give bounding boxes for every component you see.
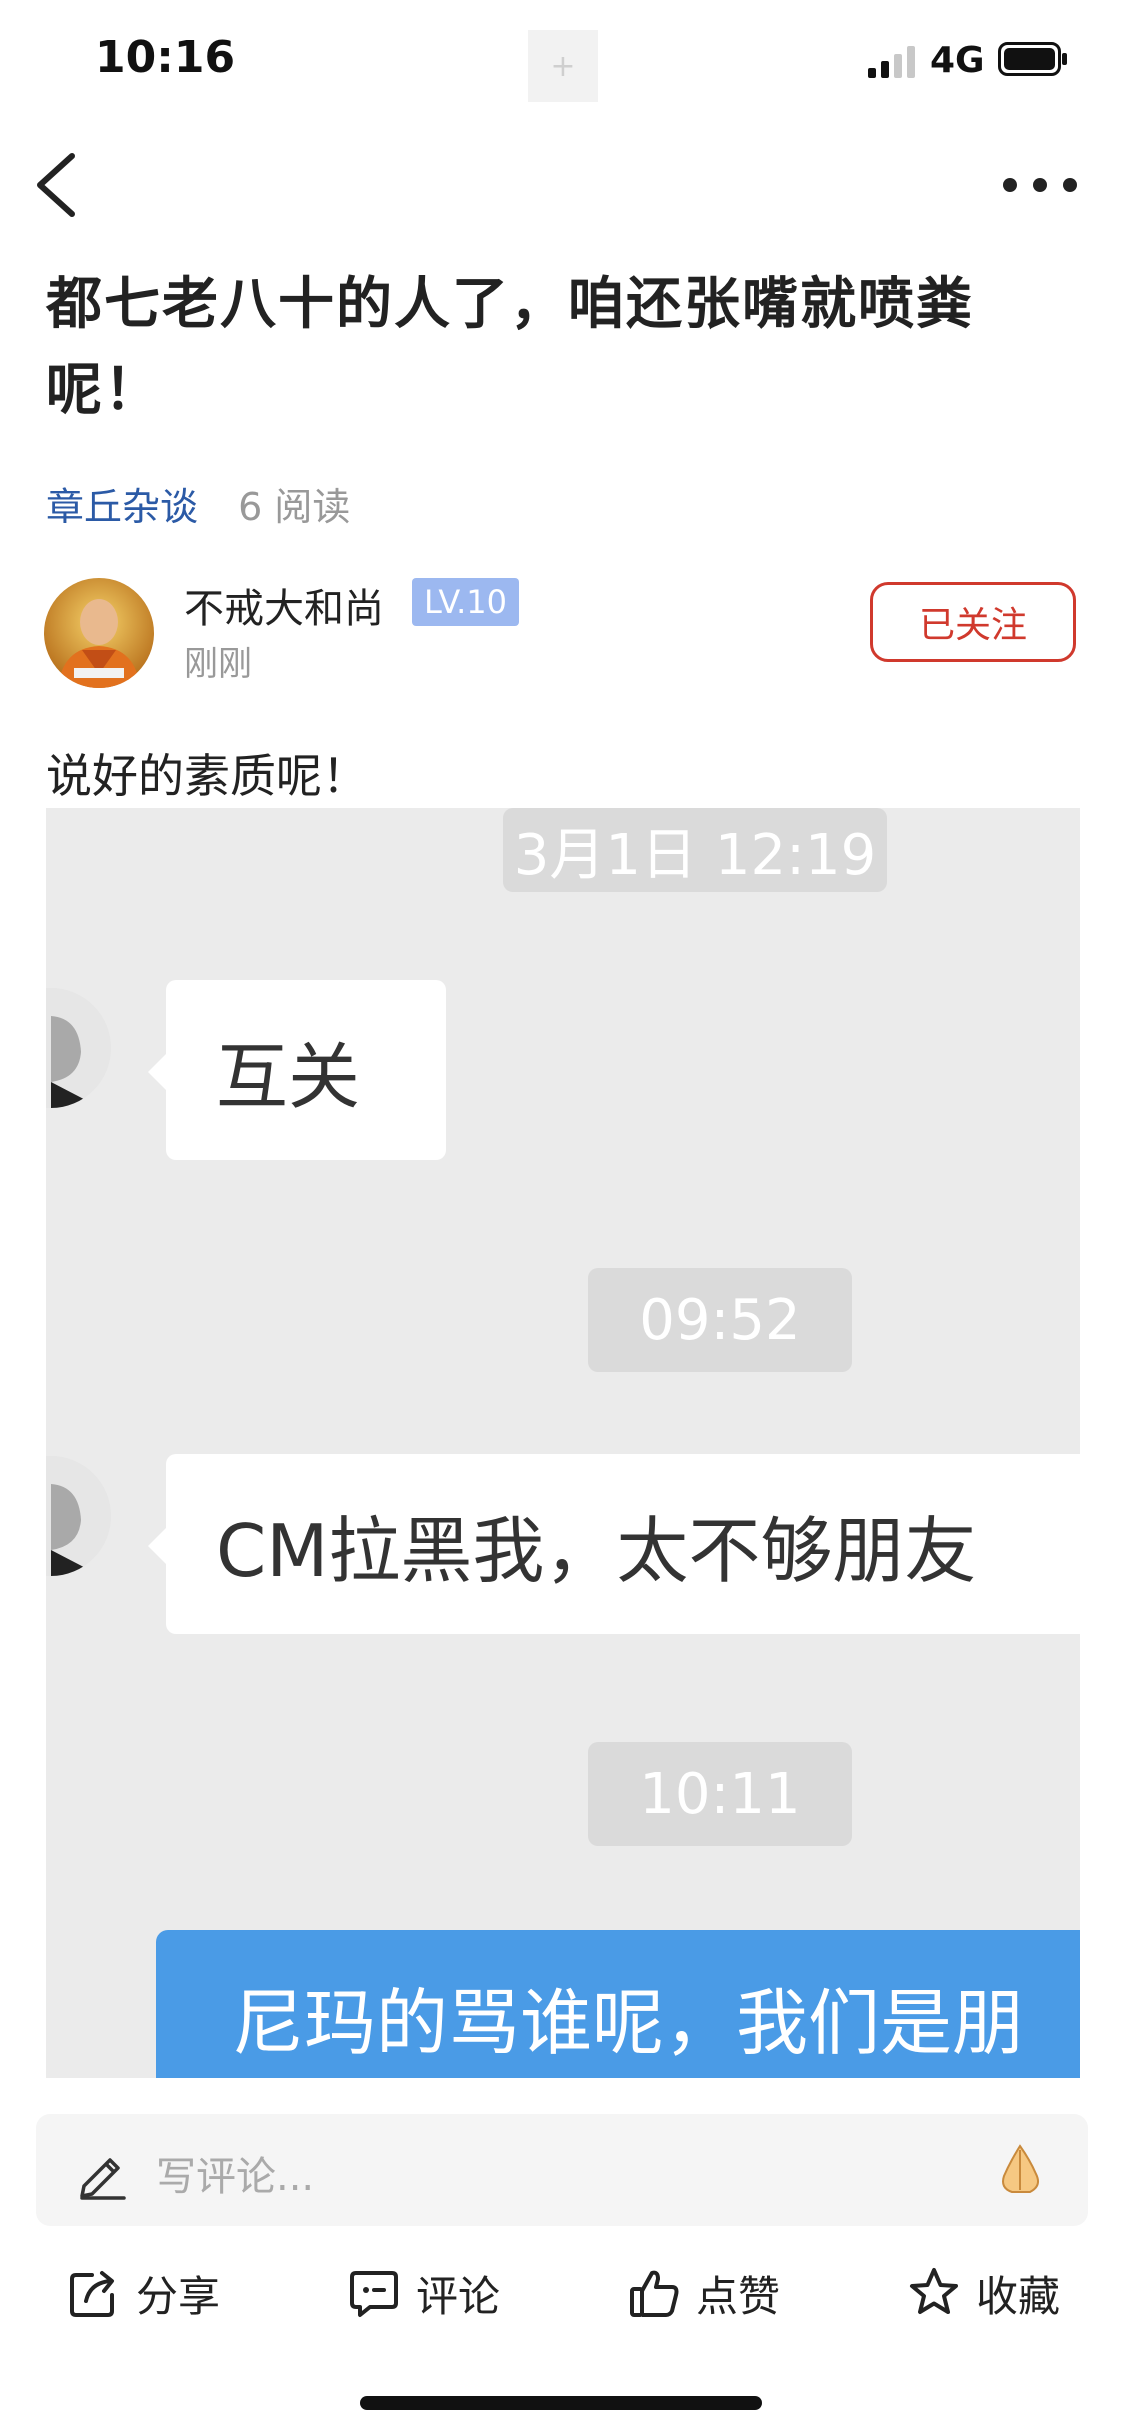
favorite-label: 收藏 [976,2271,1061,2321]
chat-timestamp: 09:52 [588,1268,852,1372]
comment-button[interactable]: 评论 [346,2258,500,2328]
more-options-icon[interactable] [1000,170,1080,200]
status-time: 10:16 [95,32,236,83]
comment-label: 评论 [416,2271,501,2321]
channel-link[interactable]: 章丘杂谈 [46,485,198,529]
signal-icon [868,46,915,78]
notch-indicator: + [528,30,598,102]
chat-timestamp: 10:11 [588,1742,852,1846]
chat-timestamp: 3月1日 12:19 [503,808,887,892]
share-icon [70,2271,114,2317]
level-badge: LV.10 [412,578,519,626]
follow-button[interactable]: 已关注 [870,582,1076,662]
chat-message: 互关 [148,980,446,1160]
star-icon [910,2268,958,2314]
pencil-icon [80,2158,126,2200]
article-title: 都七老八十的人了，咱还张嘴就喷粪呢！ [46,272,974,423]
thumbs-up-icon [630,2270,679,2317]
chat-message-text: 互关 [216,1034,361,1119]
comment-icon [350,2271,398,2317]
share-button[interactable]: 分享 [66,2258,220,2328]
article-body-text: 说好的素质呢！ [46,749,368,803]
article-meta: 章丘杂谈 6 阅读 [46,476,350,531]
share-label: 分享 [136,2271,221,2321]
praying-hands-icon[interactable] [990,2140,1050,2200]
chat-message-text: CM拉黑我，太不够朋友 [216,1508,977,1593]
battery-icon [998,42,1067,76]
chat-message-text: 尼玛的骂谁呢，我们是朋 [232,1981,1025,2065]
author-avatar[interactable] [44,578,154,688]
home-indicator [360,2396,762,2410]
read-count: 6 阅读 [238,485,351,529]
favorite-button[interactable]: 收藏 [906,2258,1060,2328]
post-time: 刚刚 [184,644,252,684]
chat-screenshot: 3月1日 12:19 互关 09:52 CM拉黑我，太不够朋友 10:11 尼玛… [46,808,1080,2078]
back-arrow-icon[interactable] [34,152,78,218]
author-name[interactable]: 不戒大和尚 [184,576,384,634]
chat-message-sent: 尼玛的骂谁呢，我们是朋 [156,1930,1080,2078]
chat-avatar [46,1456,111,1576]
network-type: 4G [930,40,985,81]
like-label: 点赞 [696,2271,781,2321]
like-button[interactable]: 点赞 [626,2258,780,2328]
chat-message: CM拉黑我，太不够朋友 [148,1454,1080,1634]
comment-placeholder[interactable]: 写评论... [156,2144,314,2202]
chat-avatar [46,988,111,1108]
